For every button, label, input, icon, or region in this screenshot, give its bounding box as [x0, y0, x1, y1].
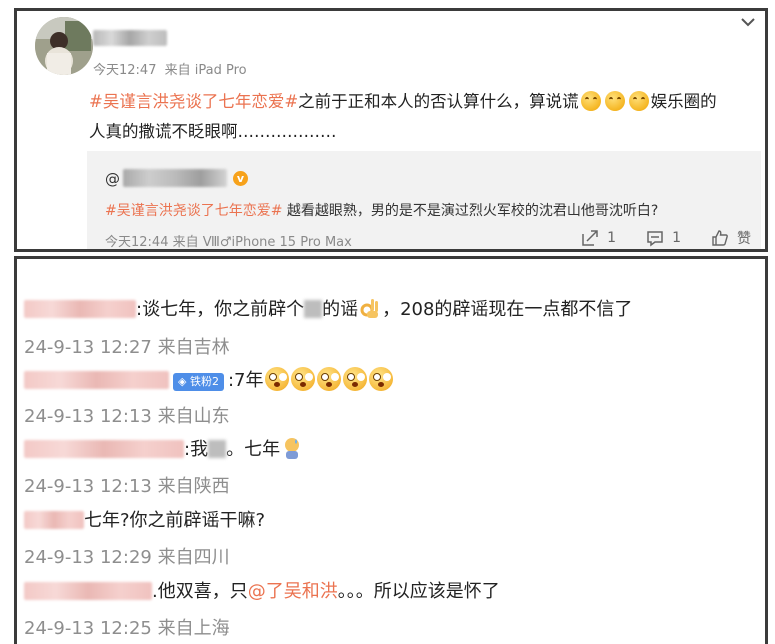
post-hashtag[interactable]: #吴谨言洪尧谈了七年恋爱#: [89, 92, 298, 111]
quote-hashtag[interactable]: #吴谨言洪尧谈了七年恋爱#: [105, 203, 282, 219]
repost-button[interactable]: 1: [581, 229, 616, 247]
smile-hands-emoji-icon: [580, 91, 601, 111]
fan-badge: ◈ 铁粉2: [173, 373, 224, 391]
comment-button[interactable]: 1: [646, 229, 681, 247]
comment-username-blurred[interactable]: [24, 582, 152, 600]
post-text-line2: 人真的撒谎不眨眼啊………………: [89, 122, 337, 141]
like-label: 赞: [737, 231, 751, 247]
post-source: 来自 iPad Pro: [164, 63, 247, 78]
comment-text: 七年?你之前辟谣干嘛?: [24, 506, 265, 532]
smile-hands-emoji-icon: [604, 91, 625, 111]
chevron-down-icon[interactable]: [739, 13, 757, 31]
mention-link[interactable]: @了吴和洪: [248, 581, 338, 602]
like-button[interactable]: 赞: [711, 228, 751, 248]
ok-hand-emoji-icon: [360, 299, 379, 318]
avatar-photo: [35, 17, 93, 75]
comment-meta: 24-9-13 12:13 来自陕西: [24, 476, 230, 497]
comment-meta: 24-9-13 12:27 来自吉林: [24, 337, 230, 358]
repost-count: 1: [607, 230, 617, 246]
quoted-post[interactable]: @ v #吴谨言洪尧谈了七年恋爱# 越看越眼熟，男的是不是演过烈火军校的沈君山他…: [87, 151, 761, 250]
post-text-line1: 之前于正和本人的否认算什么，算说谎: [298, 92, 579, 111]
quote-body: 越看越眼熟，男的是不是演过烈火军校的沈君山他哥沈听白?: [282, 203, 659, 219]
comment-username-blurred[interactable]: [24, 440, 184, 458]
shocked-emoji-icon: [368, 367, 393, 391]
post-meta: 今天12:47 来自 iPad Pro: [93, 59, 247, 78]
censored-char: [304, 300, 323, 318]
censored-char: [208, 440, 227, 458]
comment-icon: [647, 231, 663, 247]
sweat-emoji-icon: [285, 438, 300, 459]
comment-text: :谈七年，你之前辟个 的谣 ，208的辟谣现在一点都不信了: [24, 295, 632, 321]
comment-text: ◈ 铁粉2:7年: [24, 366, 394, 392]
comment-meta: 24-9-13 12:29 来自四川: [24, 547, 230, 568]
shocked-emoji-icon: [342, 367, 367, 391]
repost-icon: [582, 230, 598, 246]
quote-at-symbol: @: [105, 170, 120, 188]
quote-actions: 1 1 赞: [581, 228, 751, 248]
quote-source: 来自 Ⅷ♂iPhone 15 Pro Max: [172, 235, 352, 250]
verified-badge-icon: v: [233, 171, 248, 186]
comment-text: :我 。七年: [24, 435, 304, 461]
thumbs-up-icon: [712, 230, 728, 246]
shocked-emoji-icon: [264, 367, 289, 391]
quote-text: #吴谨言洪尧谈了七年恋爱# 越看越眼熟，男的是不是演过烈火军校的沈君山他哥沈听白…: [105, 200, 658, 220]
post-card: 今天12:47 来自 iPad Pro #吴谨言洪尧谈了七年恋爱#之前于正和本人…: [14, 8, 768, 252]
comment-text: .他双喜，只@了吴和洪。。。所以应该是怀了: [24, 577, 500, 603]
comment-count: 1: [672, 230, 681, 246]
comment-username-blurred[interactable]: [24, 371, 169, 389]
username-blurred[interactable]: [93, 30, 167, 46]
smile-hands-emoji-icon: [628, 91, 649, 111]
quote-meta: 今天12:44 来自 Ⅷ♂iPhone 15 Pro Max: [105, 231, 352, 250]
shocked-emoji-icon: [290, 367, 315, 391]
comment-username-blurred[interactable]: [24, 511, 84, 529]
comment-meta: 24-9-13 12:13 来自山东: [24, 406, 230, 427]
shocked-emoji-icon: [316, 367, 341, 391]
post-time: 今天12:47: [93, 63, 157, 78]
post-text: #吴谨言洪尧谈了七年恋爱#之前于正和本人的否认算什么，算说谎 娱乐圈的 人真的撒谎…: [89, 87, 749, 147]
comment-meta: 24-9-13 12:25 来自上海: [24, 618, 230, 639]
comments-list: :谈七年，你之前辟个 的谣 ，208的辟谣现在一点都不信了 24-9-13 12:2…: [14, 256, 768, 644]
quote-time: 今天12:44: [105, 235, 169, 250]
comment-username-blurred[interactable]: [24, 300, 136, 318]
avatar[interactable]: [35, 17, 93, 75]
post-text-line1-tail: 娱乐圈的: [650, 92, 717, 111]
quote-username-blurred[interactable]: [123, 169, 227, 187]
